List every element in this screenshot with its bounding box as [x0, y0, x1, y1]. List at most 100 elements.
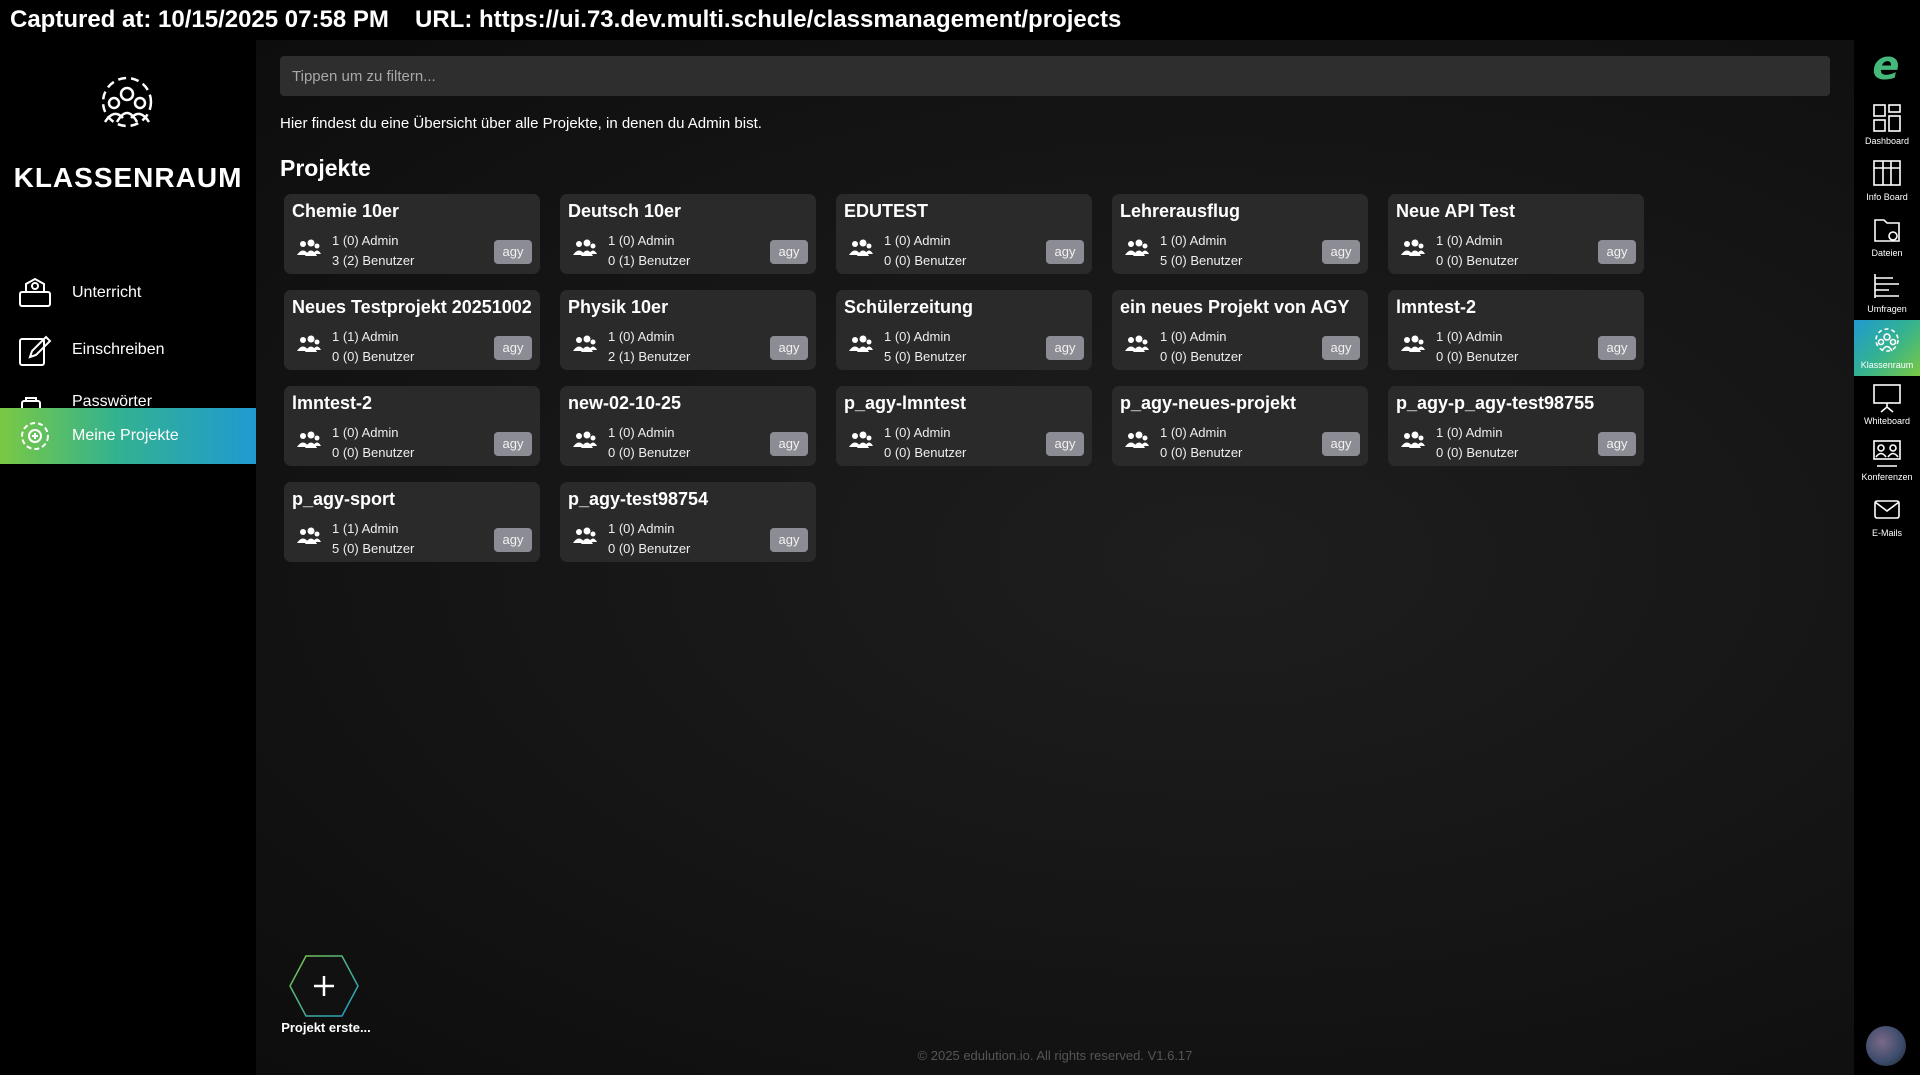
right-nav-e-mails[interactable]: E-Mails — [1854, 488, 1920, 544]
project-card[interactable]: p_agy-p_agy-test98755 1 (0) Admin 0 (0) Be… — [1388, 386, 1644, 466]
project-user-count: 5 (0) Benutzer — [332, 541, 415, 556]
project-name: EDUTEST — [844, 201, 929, 221]
project-card[interactable]: Schülerzeitung 1 (0) Admin 5 (0) Benutzer a… — [836, 290, 1092, 370]
project-name: Schülerzeitung — [844, 297, 974, 317]
project-name: Lehrerausflug — [1120, 201, 1241, 221]
project-card[interactable]: Neues Testprojekt 20251002 1 (1) Admin 0 (… — [284, 290, 540, 370]
project-card[interactable]: Deutsch 10er 1 (0) Admin 0 (1) Benutzer agy — [560, 194, 816, 274]
project-name: p_agy-neues-projekt — [1120, 393, 1297, 413]
project-card[interactable]: new-02-10-25 1 (0) Admin 0 (0) Benutzer agy — [560, 386, 816, 466]
project-card[interactable]: Chemie 10er 1 (0) Admin 3 (2) Benutzer agy — [284, 194, 540, 274]
project-card[interactable]: Physik 10er 1 (0) Admin 2 (1) Benutzer agy — [560, 290, 816, 370]
project-user-count: 0 (0) Benutzer — [332, 445, 415, 460]
project-name: p_agy-sport — [292, 489, 396, 509]
main-content: Hier findest du eine Übersicht über alle… — [256, 40, 1854, 1075]
intro-text: Hier findest du eine Übersicht über alle… — [280, 115, 762, 132]
right-nav-info-board[interactable]: Info Board — [1854, 152, 1920, 208]
project-user-count: 0 (0) Benutzer — [884, 445, 967, 460]
project-school-tag: agy — [494, 240, 532, 264]
project-school-tag: agy — [770, 336, 808, 360]
project-user-count: 0 (0) Benutzer — [608, 445, 691, 460]
mail-icon — [1871, 494, 1903, 526]
footer: © 2025 edulution.io. All rights reserved… — [917, 1048, 1193, 1063]
right-nav-label: Klassenraum — [1860, 360, 1914, 370]
gear-icon — [16, 417, 54, 455]
project-card[interactable]: EDUTEST 1 (0) Admin 0 (0) Benutzer agy — [836, 194, 1092, 274]
project-school-tag: agy — [1046, 240, 1084, 264]
project-card[interactable]: ein neues Projekt von AGY 1 (0) Admin 0 (0… — [1112, 290, 1368, 370]
project-user-count: 0 (0) Benutzer — [1160, 349, 1243, 364]
project-name: p_agy-test98754 — [568, 489, 709, 509]
sidebar-item-label: Meine Projekte — [72, 427, 179, 444]
project-user-count: 0 (0) Benutzer — [1436, 349, 1519, 364]
project-name: lmntest-2 — [1396, 297, 1477, 317]
project-school-tag: agy — [494, 432, 532, 456]
project-card[interactable]: p_agy-neues-projekt 1 (0) Admin 0 (0) Benu… — [1112, 386, 1368, 466]
create-project-button[interactable] — [288, 954, 360, 1018]
project-name: p_agy-p_agy-test98755 — [1396, 393, 1595, 413]
right-nav-umfragen[interactable]: Umfragen — [1854, 264, 1920, 320]
right-nav-label: Dateien — [1871, 248, 1903, 258]
filter-input[interactable] — [280, 56, 1830, 96]
right-nav-label: Info Board — [1866, 192, 1908, 202]
right-nav-konferenzen[interactable]: Konferenzen — [1854, 432, 1920, 488]
capture-bar: Captured at: 10/15/2025 07:58 PM URL: ht… — [0, 0, 1920, 40]
project-card[interactable]: Neue API Test 1 (0) Admin 0 (0) Benutzer ag… — [1388, 194, 1644, 274]
project-card[interactable]: p_agy-sport 1 (1) Admin 5 (0) Benutzer agy — [284, 482, 540, 562]
project-card[interactable]: p_agy-test98754 1 (0) Admin 0 (0) Benutzer… — [560, 482, 816, 562]
users-icon — [572, 526, 598, 548]
users-icon — [1124, 238, 1150, 260]
classroom-icon — [16, 274, 54, 312]
project-name: Physik 10er — [568, 297, 669, 317]
project-card[interactable]: Lehrerausflug 1 (0) Admin 5 (0) Benutzer ag… — [1112, 194, 1368, 274]
project-card[interactable]: lmntest-2 1 (0) Admin 0 (0) Benutzer agy — [1388, 290, 1644, 370]
project-name: lmntest-2 — [292, 393, 373, 413]
project-name: ein neues Projekt von AGY — [1120, 297, 1350, 317]
sidebar-item-unterricht[interactable]: Unterricht — [0, 266, 256, 320]
right-nav-label: Umfragen — [1867, 304, 1907, 314]
project-school-tag: agy — [1598, 432, 1636, 456]
project-user-count: 0 (0) Benutzer — [332, 349, 415, 364]
project-admin-count: 1 (0) Admin — [608, 521, 675, 536]
project-user-count: 3 (2) Benutzer — [332, 253, 415, 268]
users-icon — [1400, 238, 1426, 260]
right-nav-dashboard[interactable]: Dashboard — [1854, 96, 1920, 152]
project-school-tag: agy — [1046, 432, 1084, 456]
project-name: Chemie 10er — [292, 201, 400, 221]
project-school-tag: agy — [770, 528, 808, 552]
edit-icon — [16, 331, 54, 369]
project-name: Neues Testprojekt 20251002 — [292, 297, 532, 317]
users-icon — [1124, 430, 1150, 452]
right-nav-dateien[interactable]: Dateien — [1854, 208, 1920, 264]
capture-url: URL: https://ui.73.dev.multi.schule/clas… — [415, 6, 1122, 33]
sidebar-item-einschreiben[interactable]: Einschreiben — [0, 323, 256, 377]
project-user-count: 0 (1) Benutzer — [608, 253, 691, 268]
project-name: p_agy-lmntest — [844, 393, 967, 413]
project-card[interactable]: lmntest-2 1 (0) Admin 0 (0) Benutzer agy — [284, 386, 540, 466]
project-school-tag: agy — [494, 336, 532, 360]
right-nav-label: Whiteboard — [1863, 416, 1911, 426]
users-icon — [572, 334, 598, 356]
users-icon — [296, 526, 322, 548]
project-user-count: 0 (0) Benutzer — [608, 541, 691, 556]
edulution-logo-icon[interactable]: e — [1868, 46, 1904, 86]
section-title: Projekte — [280, 155, 371, 181]
project-card[interactable]: p_agy-lmntest 1 (0) Admin 0 (0) Benutzer ag… — [836, 386, 1092, 466]
project-admin-count: 1 (1) Admin — [332, 329, 399, 344]
project-admin-count: 1 (0) Admin — [884, 329, 951, 344]
right-nav-klassenraum[interactable]: Klassenraum — [1854, 320, 1920, 376]
avatar[interactable] — [1866, 1026, 1906, 1066]
right-nav-whiteboard[interactable]: Whiteboard — [1854, 376, 1920, 432]
whiteboard-icon — [1871, 382, 1903, 414]
project-admin-count: 1 (0) Admin — [1436, 425, 1503, 440]
sidebar-item-meine-projekte[interactable]: Meine Projekte — [0, 408, 256, 464]
project-admin-count: 1 (0) Admin — [1436, 329, 1503, 344]
right-sidebar: e Dashboard Info Board Dateien Umfragen Klas… — [1854, 40, 1920, 1075]
project-user-count: 0 (0) Benutzer — [1436, 253, 1519, 268]
project-admin-count: 1 (0) Admin — [608, 329, 675, 344]
project-school-tag: agy — [1322, 432, 1360, 456]
project-name: Neue API Test — [1396, 201, 1516, 221]
project-name: new-02-10-25 — [568, 393, 682, 413]
project-school-tag: agy — [494, 528, 532, 552]
files-icon — [1871, 214, 1903, 246]
